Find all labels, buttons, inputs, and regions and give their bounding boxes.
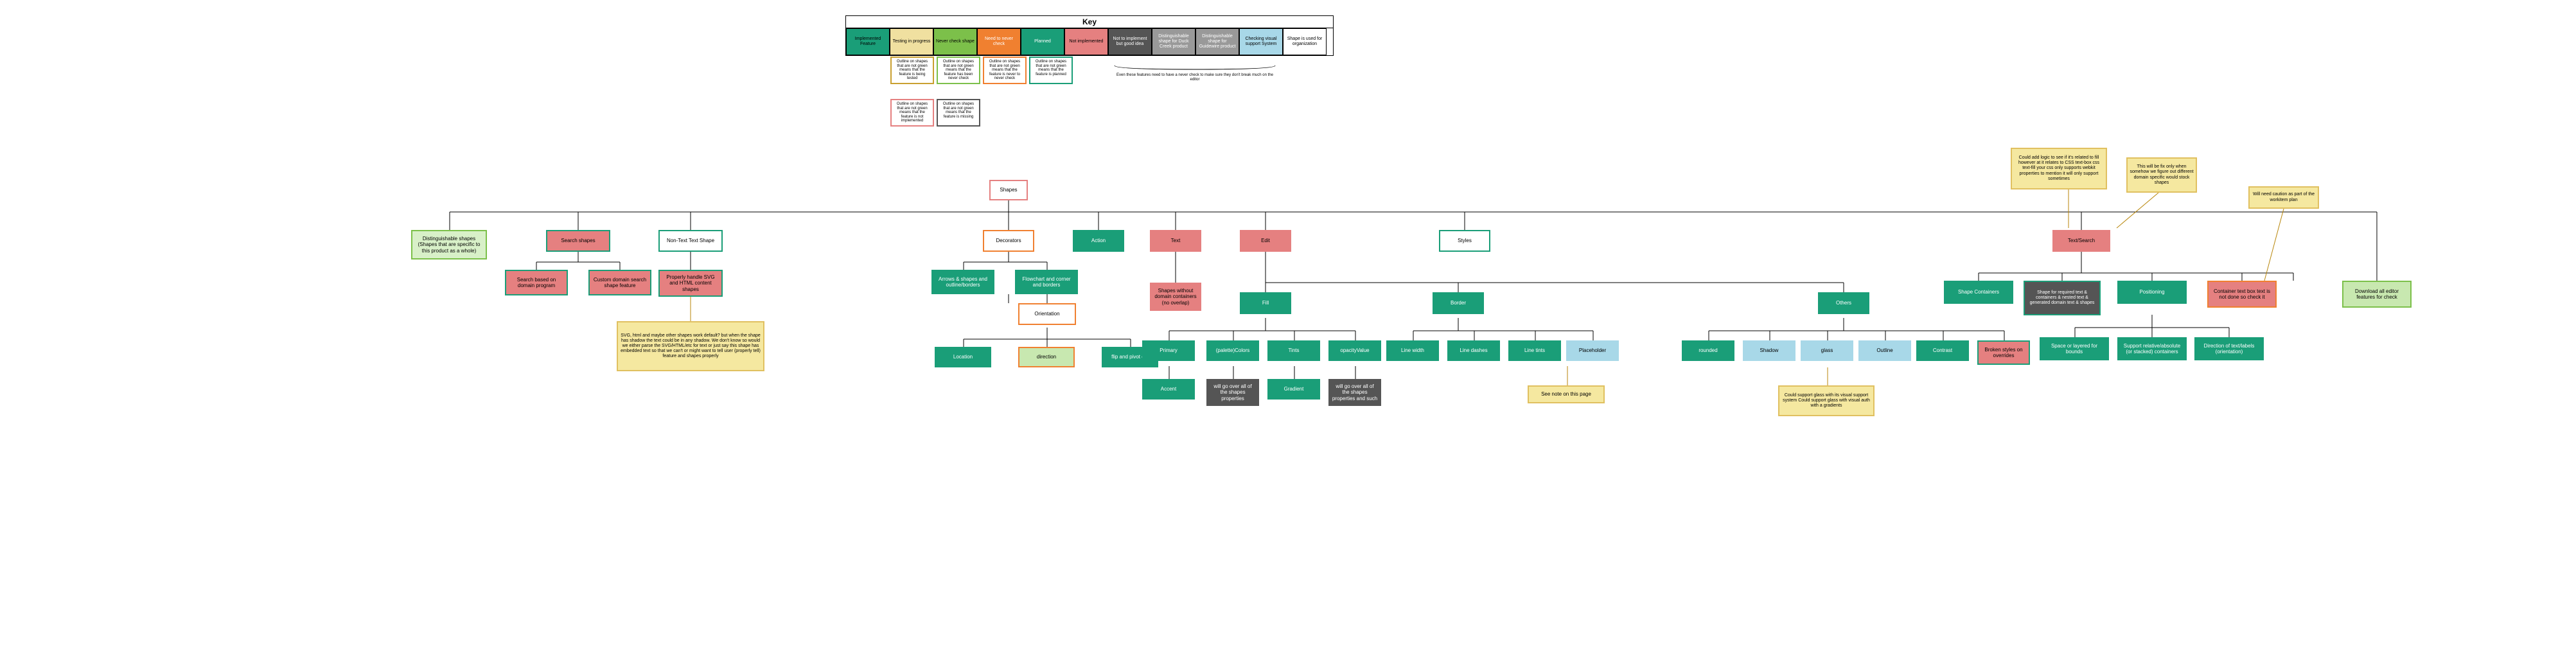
key-subrow: Outline on shapes that are not green mea… xyxy=(889,55,1074,85)
others-broken: Broken styles on overrides xyxy=(1977,340,2030,365)
orientation: Orientation xyxy=(1018,303,1076,325)
key-cell: Distinguishable shape for Guidewire prod… xyxy=(1195,28,1239,55)
key-subrow2: Outline on shapes that are not green mea… xyxy=(889,98,982,128)
others-root: Others xyxy=(1818,292,1869,314)
key-sub-cell: Outline on shapes that are not green mea… xyxy=(983,57,1027,84)
custom-domain-search: Custom domain search shape feature xyxy=(588,270,651,295)
dec-arrows: Arrows & shapes and outline/borders xyxy=(931,270,994,294)
key-sub-cell: Outline on shapes that are not green mea… xyxy=(937,99,980,127)
text-root: Text xyxy=(1150,230,1201,252)
key-sub-cell: Outline on shapes that are not green mea… xyxy=(1029,57,1073,84)
key-cell: Never check shape xyxy=(933,28,977,55)
textsearch-note2: This will be fix only when somehow we fi… xyxy=(2126,157,2197,193)
fill-gradient: Gradient xyxy=(1267,379,1320,400)
svg-html-handle: Properly handle SVG and HTML content sha… xyxy=(658,270,723,297)
others-contrast: Contrast xyxy=(1916,340,1969,361)
search-shapes: Search shapes xyxy=(546,230,610,252)
fill-tints: Tints xyxy=(1267,340,1320,361)
fill-root: Fill xyxy=(1240,292,1291,314)
fill-opacity: opacityValue xyxy=(1328,340,1381,361)
key-cell: Implemented Feature xyxy=(846,28,890,55)
key-cell: Shape is used for organization xyxy=(1283,28,1327,55)
fill-note2: will go over all of the shapes propertie… xyxy=(1328,379,1381,406)
key-cell: Planned xyxy=(1021,28,1064,55)
key-cell: Need to never check xyxy=(977,28,1021,55)
fill-primary: Primary xyxy=(1142,340,1195,361)
ts-containers: Shape Containers xyxy=(1944,281,2013,304)
ts-container-text: Container text box text is not done so c… xyxy=(2207,281,2277,308)
key-title: Key xyxy=(846,16,1333,28)
ts-download: Download all editor features for check xyxy=(2342,281,2412,308)
note-svg-html: SVG, html and maybe other shapes work de… xyxy=(617,321,764,371)
orientation-location: Location xyxy=(935,347,991,367)
border-width: Line width xyxy=(1386,340,1439,361)
border-note: See note on this page xyxy=(1528,385,1605,403)
ts-pos-3: Direction of text/labels (orientation) xyxy=(2194,337,2264,360)
ts-required: Shape for required text & containers & n… xyxy=(2024,281,2101,315)
textsearch-note3: Will need caution as part of the workite… xyxy=(2248,186,2319,209)
fill-note1: will go over all of the shapes propertie… xyxy=(1206,379,1259,406)
ts-positioning: Positioning xyxy=(2117,281,2187,304)
border-dashes: Line dashes xyxy=(1447,340,1500,361)
key-table: Key Implemented FeatureTesting in progre… xyxy=(845,15,1334,56)
others-outline: Outline xyxy=(1858,340,1911,361)
key-row: Implemented FeatureTesting in progressNe… xyxy=(846,28,1333,55)
key-sub-cell: Outline on shapes that are not green mea… xyxy=(890,99,934,127)
text-sub: Shapes without domain containers (no ove… xyxy=(1150,283,1201,311)
search-domain: Search based on domain program xyxy=(505,270,568,295)
connectors xyxy=(0,0,2576,668)
key-cell: Not to implement but good idea xyxy=(1108,28,1152,55)
key-cell: Testing in progress xyxy=(890,28,933,55)
ts-pos-1: Space or layered for bounds xyxy=(2040,337,2109,360)
textsearch-root: Text/Search xyxy=(2052,230,2110,252)
fill-colors: (palette)Colors xyxy=(1206,340,1259,361)
fill-accent: Accent xyxy=(1142,379,1195,400)
border-root: Border xyxy=(1433,292,1484,314)
key-sub-cell: Outline on shapes that are not green mea… xyxy=(890,57,934,84)
non-text-shape: Non-Text Text Shape xyxy=(658,230,723,252)
border-tints: Line tints xyxy=(1508,340,1561,361)
key-sub-cell: Outline on shapes that are not green mea… xyxy=(937,57,980,84)
dec-flowchart: Flowchart and corner and borders xyxy=(1015,270,1078,294)
others-shadow: Shadow xyxy=(1743,340,1795,361)
orientation-direction: direction xyxy=(1018,347,1075,367)
ts-pos-2: Support relative/absolute (or stacked) c… xyxy=(2117,337,2187,360)
key-cell: Not implemented xyxy=(1064,28,1108,55)
others-rounded: rounded xyxy=(1682,340,1734,361)
distinguishable-shapes: Distinguishable shapes (Shapes that are … xyxy=(411,230,487,259)
others-glass: glass xyxy=(1801,340,1853,361)
key-cell: Checking visual support System xyxy=(1239,28,1283,55)
textsearch-note1: Could add logic to see if it's related t… xyxy=(2011,148,2107,189)
styles-root: Styles xyxy=(1439,230,1490,252)
others-note: Could support glass with its visual supp… xyxy=(1778,385,1875,416)
key-brace-note: Even these features need to have a never… xyxy=(1111,64,1278,82)
root-shapes: Shapes xyxy=(989,180,1028,200)
action: Action xyxy=(1073,230,1124,252)
key-brace-text: Even these features need to have a never… xyxy=(1116,73,1273,82)
border-placeholder: Placeholder xyxy=(1566,340,1619,361)
decorators: Decorators xyxy=(983,230,1034,252)
edit-root: Edit xyxy=(1240,230,1291,252)
key-cell: Distinguishable shape for Duck Creek pro… xyxy=(1152,28,1195,55)
